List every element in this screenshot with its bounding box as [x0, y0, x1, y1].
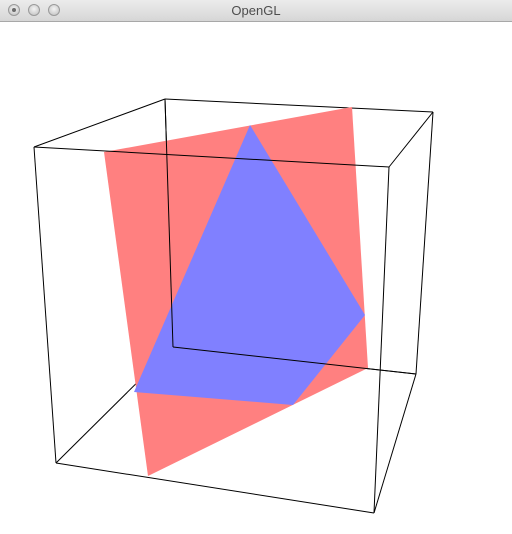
cube-edge-front-bottom [55, 462, 375, 514]
opengl-window: OpenGL [0, 0, 512, 534]
cube-edge-right-top [388, 111, 434, 168]
cube-edge-front-right [373, 166, 390, 514]
window-title: OpenGL [231, 3, 281, 18]
opengl-canvas[interactable] [0, 22, 512, 534]
cube-edge-left-top [33, 98, 166, 148]
scene-render [33, 98, 434, 514]
cube-edge-back-right [415, 111, 434, 375]
cube-edge-front-left [33, 146, 57, 464]
cube-edge-back-top [164, 98, 434, 113]
cube-edge-right-bottom [373, 373, 417, 514]
title-bar[interactable]: OpenGL [0, 0, 512, 22]
